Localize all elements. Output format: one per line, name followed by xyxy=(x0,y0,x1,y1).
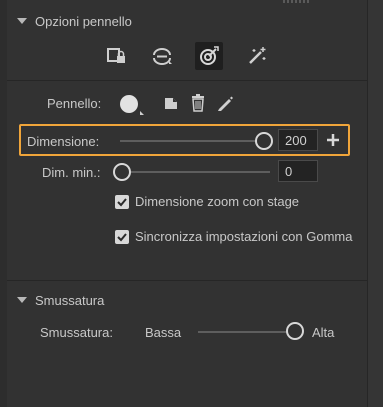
plus-icon xyxy=(327,134,339,146)
min-size-slider-thumb[interactable] xyxy=(113,163,131,181)
smoothing-slider-track[interactable] xyxy=(198,331,290,333)
add-size-button[interactable] xyxy=(324,131,342,149)
brush-behind-icon xyxy=(153,48,172,65)
section-divider xyxy=(7,280,367,281)
side-strip xyxy=(368,0,383,407)
eraser-sync-checkbox[interactable] xyxy=(115,230,129,244)
brush-options-header[interactable]: Opzioni pennello xyxy=(7,10,132,32)
smoothing-low-label: Bassa xyxy=(145,325,182,340)
delete-brush-button[interactable] xyxy=(189,93,207,112)
left-edge xyxy=(0,0,7,407)
pencil-icon xyxy=(218,96,233,111)
brush-shape-picker[interactable] xyxy=(116,92,146,116)
eraser-sync-label[interactable]: Sincronizza impostazioni con Gomma xyxy=(135,229,352,244)
size-label: Dimensione: xyxy=(27,134,100,149)
brush-target-icon xyxy=(200,46,219,65)
new-brush-button[interactable] xyxy=(162,94,180,112)
zoom-checkbox[interactable] xyxy=(115,195,129,209)
smoothing-high-label: Alta xyxy=(312,325,335,340)
collapse-triangle-icon[interactable] xyxy=(17,297,27,303)
round-brush-icon xyxy=(120,95,144,115)
min-size-slider-track[interactable] xyxy=(124,171,270,173)
magic-brush-button[interactable] xyxy=(243,42,271,70)
edit-brush-button[interactable] xyxy=(215,93,235,113)
checkmark-icon xyxy=(117,198,127,207)
new-brush-icon xyxy=(165,98,177,109)
trash-icon xyxy=(192,93,204,112)
min-size-label: Dim. min.: xyxy=(42,165,101,180)
smoothing-title: Smussatura xyxy=(35,292,105,308)
brush-label: Pennello: xyxy=(47,96,102,111)
smoothing-header[interactable]: Smussatura xyxy=(7,289,104,311)
min-size-input[interactable]: 0 xyxy=(278,160,318,182)
section-divider xyxy=(7,80,367,81)
size-slider-track[interactable] xyxy=(120,140,268,142)
brush-target-button[interactable] xyxy=(195,42,223,70)
brush-options-title: Opzioni pennello xyxy=(35,13,132,29)
size-input[interactable]: 200 xyxy=(278,129,318,151)
checkmark-icon xyxy=(117,233,127,242)
zoom-checkbox-label[interactable]: Dimensione zoom con stage xyxy=(135,194,299,209)
size-slider-thumb[interactable] xyxy=(255,132,273,150)
lock-brush-icon xyxy=(107,48,125,63)
resize-grip[interactable] xyxy=(283,0,311,3)
magic-brush-icon xyxy=(249,47,266,64)
smoothing-slider-thumb[interactable] xyxy=(286,322,304,340)
lock-brush-button[interactable] xyxy=(102,42,130,70)
smoothing-label: Smussatura: xyxy=(40,325,113,340)
brush-behind-button[interactable] xyxy=(148,42,176,70)
collapse-triangle-icon[interactable] xyxy=(17,18,27,24)
